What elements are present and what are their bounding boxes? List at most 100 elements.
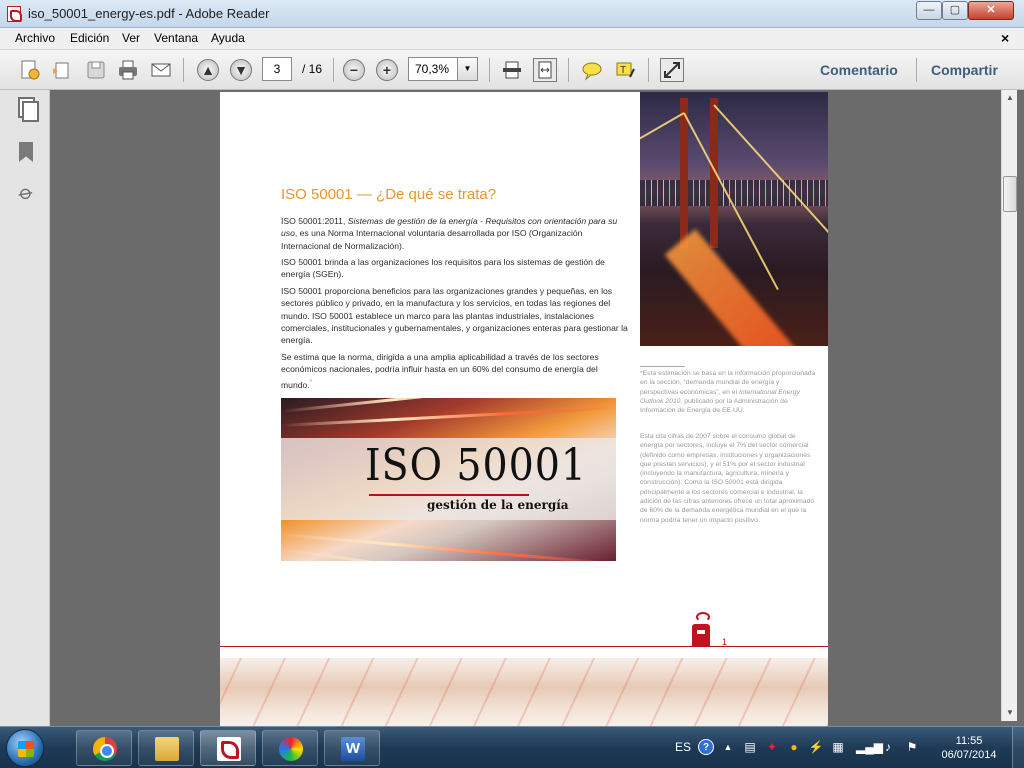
title-bar: iso_50001_energy-es.pdf - Adobe Reader —… [0,0,1024,28]
minus-icon: − [343,59,365,81]
navigation-panel: ⌀ [0,90,50,726]
taskbar-explorer[interactable] [138,730,194,766]
save-icon[interactable] [84,58,108,82]
logo-underline [369,494,529,496]
power-icon[interactable]: ⚡ [808,739,824,755]
folder-icon [155,737,179,761]
signal-icon[interactable]: ▂▄▆ [856,739,883,755]
up-arrow-icon: ▲ [197,59,219,81]
page-number-input[interactable]: 3 [262,57,292,81]
iso-50001-banner-image: ISO 50001 gestión de la energía [281,398,616,561]
attachments-icon[interactable]: ⌀ [11,178,42,209]
factory-logo-icon [688,612,714,648]
taskbar-word[interactable]: W [324,730,380,766]
plus-icon: + [376,59,398,81]
fit-page-icon[interactable] [500,58,524,82]
word-icon: W [341,737,365,761]
device-icon[interactable]: ▦ [830,739,846,755]
clock-time: 11:55 [955,735,983,747]
paint-icon [279,737,303,761]
action-center-icon[interactable]: ⚑ [904,739,920,755]
paragraph-3: ISO 50001 proporciona beneficios para la… [281,286,628,346]
adobe-reader-icon [217,737,241,761]
comment-panel-button[interactable]: Comentario [820,62,898,78]
close-document-button[interactable]: × [1001,30,1009,46]
side-footnote-1: *Esta estimación se basa en la informaci… [640,370,816,415]
down-arrow-icon: ▼ [230,59,252,81]
show-desktop-button[interactable] [1012,727,1024,768]
vertical-scrollbar[interactable]: ▲ ▼ [1001,90,1017,721]
highlight-text-icon[interactable]: T [613,58,637,82]
combine-files-icon[interactable] [50,58,74,82]
menu-ayuda[interactable]: Ayuda [211,31,245,45]
network-icon[interactable]: ▤ [742,739,758,755]
system-clock[interactable]: 11:55 06/07/2014 [934,734,1004,762]
volume-icon[interactable]: ♪ [880,739,896,755]
toolbar-separator [916,58,917,82]
logo-title: ISO 50001 [365,440,587,491]
svg-text:T: T [620,65,626,76]
menu-ver[interactable]: Ver [122,31,140,45]
scroll-up-button[interactable]: ▲ [1002,90,1018,106]
help-icon[interactable]: ? [698,739,714,755]
minimize-button[interactable]: — [916,1,942,20]
show-hidden-icons-icon[interactable]: ▲ [720,739,736,755]
pdf-page: ISO 50001 — ¿De qué se trata? ISO 50001:… [220,92,828,726]
window-title: iso_50001_energy-es.pdf - Adobe Reader [28,6,270,21]
start-button[interactable] [6,729,44,767]
toolbar-separator [183,58,184,82]
page-total: / 16 [302,62,323,76]
logo-subtitle: gestión de la energía [427,498,569,512]
menu-bar: Archivo Edición Ver Ventana Ayuda × [0,28,1024,50]
traffic-light-trails [664,229,824,346]
paragraph-2: ISO 50001 brinda a las organizaciones lo… [281,257,605,280]
toolbar-separator [648,58,649,82]
next-page-button[interactable]: ▼ [229,58,253,82]
next-page-preview [220,658,828,726]
footer-rule [220,646,828,647]
paragraph-1: ISO 50001:2011, Sistemas de gestión de l… [281,216,618,251]
acrobat-tray-icon[interactable]: ✦ [764,739,780,755]
close-window-button[interactable]: ✕ [968,1,1014,20]
paragraph-4: Se estima que la norma, dirigida a una a… [281,352,599,390]
page-number: 1 [722,637,728,647]
taskbar: W ES ? ▲ ▤ ✦ ● ⚡ ▦ ▂▄▆ ♪ ⚑ 11:55 06/07/2… [0,726,1024,768]
sticky-note-icon[interactable] [580,58,604,82]
zoom-dropdown-button[interactable]: ▼ [458,57,478,81]
zoom-out-button[interactable]: − [342,58,366,82]
side-footnote-2: Esta cita cifras de 2007 sobre el consum… [640,433,815,524]
share-panel-button[interactable]: Compartir [931,62,998,78]
previous-page-button[interactable]: ▲ [196,58,220,82]
scroll-down-button[interactable]: ▼ [1002,705,1018,721]
chrome-icon [93,737,117,761]
clock-date: 06/07/2014 [941,749,997,761]
bridge-cable [640,112,685,144]
zoom-level-input[interactable]: 70,3% [408,57,458,81]
adobe-reader-icon [7,6,22,22]
bridge-photo [640,92,828,346]
create-pdf-icon[interactable] [18,58,42,82]
print-icon[interactable] [116,58,140,82]
section-heading: ISO 50001 — ¿De qué se trata? [281,186,497,203]
taskbar-paint[interactable] [262,730,318,766]
full-screen-icon[interactable] [660,58,684,82]
maximize-button[interactable]: ▢ [942,1,968,20]
document-viewer[interactable]: ISO 50001 — ¿De qué se trata? ISO 50001:… [51,90,1001,726]
email-icon[interactable] [149,58,173,82]
toolbar-separator [333,58,334,82]
fit-width-icon[interactable] [533,58,557,82]
light-streak [281,406,616,427]
language-indicator[interactable]: ES [675,740,691,754]
menu-ventana[interactable]: Ventana [154,31,198,45]
menu-archivo[interactable]: Archivo [15,31,55,45]
menu-edicion[interactable]: Edición [70,31,109,45]
toolbar-separator [489,58,490,82]
zoom-in-button[interactable]: + [375,58,399,82]
bookmarks-icon[interactable] [15,142,37,164]
taskbar-adobe-reader[interactable] [200,730,256,766]
footnote-rule [640,366,685,367]
scroll-thumb[interactable] [1003,176,1017,212]
update-icon[interactable]: ● [786,739,802,755]
page-thumbnails-icon[interactable] [15,97,39,122]
taskbar-chrome[interactable] [76,730,132,766]
